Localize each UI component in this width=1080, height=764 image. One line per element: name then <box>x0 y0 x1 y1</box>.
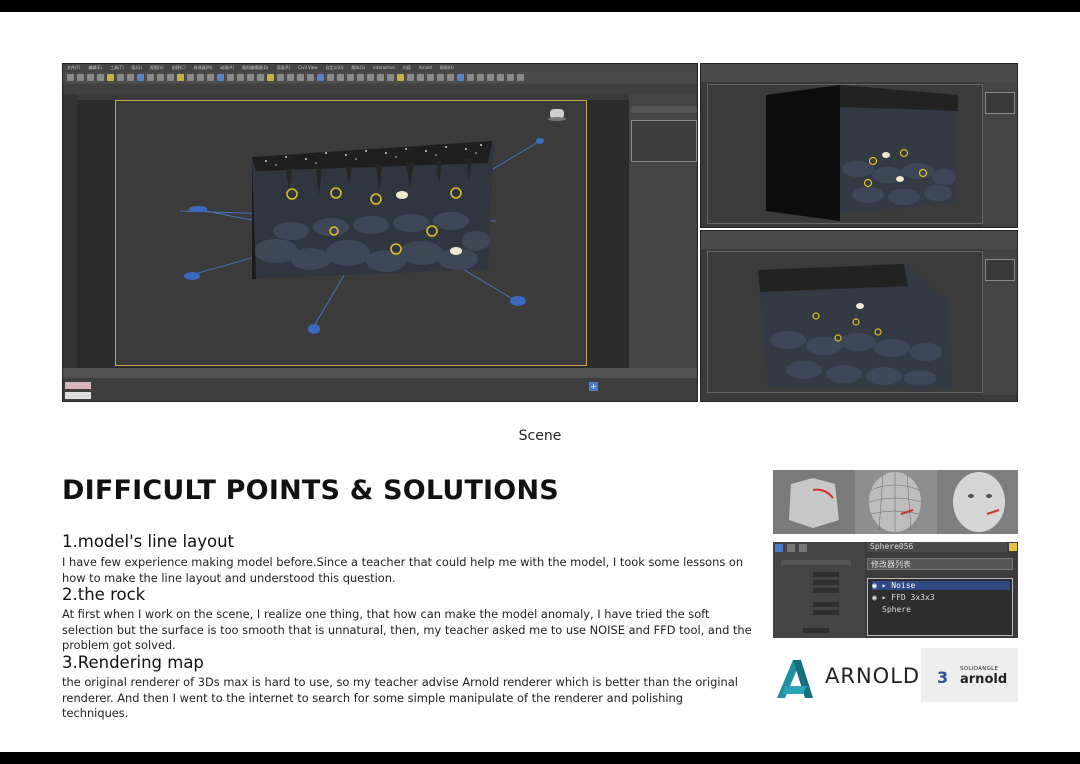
solidangle-logo: 3 SOLIDANGLE arnold <box>921 648 1018 702</box>
scene-screenshot-right-top <box>700 63 1018 228</box>
model-wireframe-image <box>773 470 1018 534</box>
object-name-field[interactable]: Sphere056 <box>867 542 1007 552</box>
menu-item[interactable]: 修改器(M) <box>194 64 213 72</box>
command-panel <box>629 94 697 368</box>
perspective-viewport <box>115 100 587 366</box>
menu-item[interactable]: 渲染(R) <box>276 64 290 72</box>
menu-item[interactable]: 脚本(S) <box>352 64 366 72</box>
modifier-panel: Sphere056 修改器列表 ◉ ▸ Noise ◉ ▸ FFD 3x3x3 … <box>773 542 1018 638</box>
menu-item[interactable]: 文件(F) <box>67 64 80 72</box>
modifier-list-dropdown[interactable]: 修改器列表 <box>867 558 1013 570</box>
arnold-a-icon <box>777 660 813 698</box>
menu-item[interactable]: Civil View <box>298 64 317 72</box>
toolbar <box>63 72 697 84</box>
arnold-logo-text: ARNOLD <box>825 664 921 688</box>
modifier-stack-item[interactable]: ◉ ▸ Noise <box>872 581 1010 590</box>
menu-item[interactable]: 动画(A) <box>220 64 234 72</box>
section-body-3: the original renderer of 3Ds max is hard… <box>62 675 738 720</box>
menu-item[interactable]: Interactive <box>373 64 395 72</box>
figure-caption: Scene <box>518 428 562 444</box>
modifier-parameters <box>773 542 865 638</box>
scene-drawing-right-top <box>766 85 958 221</box>
section-title-2: 2.the rock <box>62 585 146 604</box>
scene-screenshot-right-bottom <box>700 230 1018 402</box>
menu-item[interactable]: 创建(C) <box>172 64 186 72</box>
section-body-2: At first when I work on the scene, I rea… <box>62 607 752 652</box>
left-strip <box>63 94 77 368</box>
section-body-1: I have few experience making model befor… <box>62 555 744 585</box>
section-title-3: 3.Rendering map <box>62 653 204 672</box>
scene-screenshot-main: 文件(F) 编辑(E) 工具(T) 组(G) 视图(V) 创建(C) 修改器(M) 动画(A)… <box>62 63 698 402</box>
scene-drawing-right-bottom <box>758 264 952 390</box>
menu-item[interactable]: 组(G) <box>132 64 142 72</box>
menu-item[interactable]: 内容 <box>403 64 411 72</box>
menu-item[interactable]: 帮助(H) <box>440 64 454 72</box>
status-bar: + <box>63 378 697 401</box>
arnold-logo: ARNOLD <box>773 656 919 702</box>
menu-item[interactable]: 编辑(E) <box>88 64 102 72</box>
modifier-stack: ◉ ▸ Noise ◉ ▸ FFD 3x3x3 Sphere <box>867 578 1013 636</box>
modifier-label: FFD 3x3x3 <box>891 593 935 602</box>
modifier-label: Sphere <box>882 605 911 614</box>
ribbon <box>63 84 697 94</box>
viewport <box>77 100 629 368</box>
document-page: 文件(F) 编辑(E) 工具(T) 组(G) 视图(V) 创建(C) 修改器(M) 动画(A)… <box>0 12 1080 752</box>
solidangle-big-text: arnold <box>960 672 1008 687</box>
modifier-stack-item[interactable]: Sphere <box>882 605 911 614</box>
object-color-swatch[interactable] <box>1009 543 1017 551</box>
menubar: 文件(F) 编辑(E) 工具(T) 组(G) 视图(V) 创建(C) 修改器(M) 动画(A)… <box>63 64 697 72</box>
menu-item[interactable]: 视图(V) <box>150 64 164 72</box>
menu-item[interactable]: Arnold <box>419 64 432 72</box>
section-heading: DIFFICULT POINTS & SOLUTIONS <box>62 475 559 506</box>
solidangle-number: 3 <box>937 668 949 687</box>
scene-drawing <box>179 109 566 334</box>
modifier-label: Noise <box>891 581 916 590</box>
modifier-stack-item[interactable]: ◉ ▸ FFD 3x3x3 <box>872 593 935 602</box>
menu-item[interactable]: 图形编辑器(D) <box>242 64 268 72</box>
timeline <box>63 368 697 378</box>
section-title-1: 1.model's line layout <box>62 532 235 551</box>
add-icon: + <box>589 382 598 391</box>
menu-item[interactable]: 自定义(U) <box>325 64 343 72</box>
menu-item[interactable]: 工具(T) <box>110 64 124 72</box>
